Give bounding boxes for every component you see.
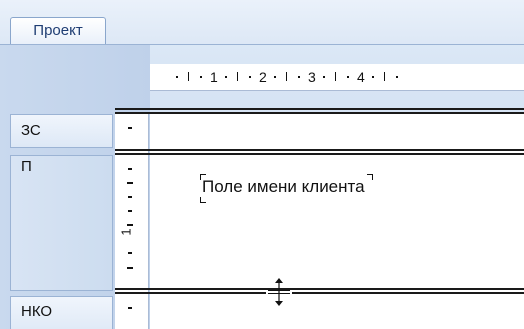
- report-designer: Проект 1 2 3 4 1 ЗС П НКО Поле имени кли…: [0, 0, 524, 329]
- ruler-dot: [396, 76, 398, 78]
- ruler-dot: [249, 76, 251, 78]
- section-divider: [115, 292, 524, 294]
- selection-corner-icon: [200, 197, 206, 203]
- vruler-number: 1: [118, 228, 134, 236]
- selection-corner-icon: [367, 174, 373, 180]
- section-divider: [115, 112, 524, 114]
- client-name-field[interactable]: Поле имени клиента: [202, 174, 365, 200]
- ruler-tick: [237, 72, 238, 81]
- vruler-mark: [127, 224, 133, 226]
- vruler-mark: [128, 127, 132, 129]
- ruler-dot: [225, 76, 227, 78]
- vruler-mark: [128, 252, 132, 254]
- ruler-tick: [384, 72, 385, 81]
- ruler-number: 3: [308, 69, 316, 85]
- ruler-number: 2: [259, 69, 267, 85]
- vruler-mark: [127, 267, 133, 269]
- selection-corner-icon: [200, 174, 206, 180]
- field-label: Поле имени клиента: [202, 177, 365, 196]
- section-divider[interactable]: [115, 108, 524, 110]
- ruler-dot: [298, 76, 300, 78]
- document-tab-bar: Проект: [0, 0, 524, 45]
- ruler-number: 4: [357, 69, 365, 85]
- vruler-mark: [128, 168, 132, 170]
- vertical-ruler: 1: [115, 112, 149, 329]
- vruler-mark: [128, 196, 132, 198]
- section-divider: [115, 153, 524, 155]
- ruler-dot: [372, 76, 374, 78]
- ruler-tick: [286, 72, 287, 81]
- ruler-tick: [188, 72, 189, 81]
- vruler-mark: [128, 210, 132, 212]
- horizontal-ruler: 1 2 3 4: [150, 64, 524, 91]
- vruler-mark: [128, 307, 132, 309]
- vruler-mark: [127, 182, 133, 184]
- ruler-dot: [347, 76, 349, 78]
- row-resize-icon: [266, 278, 292, 306]
- ruler-dot: [200, 76, 202, 78]
- ruler-dot: [274, 76, 276, 78]
- section-label-page-header[interactable]: ЗС: [10, 114, 113, 148]
- ruler-number: 1: [210, 69, 218, 85]
- ruler-tick: [335, 72, 336, 81]
- report-canvas[interactable]: [150, 112, 524, 329]
- section-label-detail[interactable]: П: [10, 155, 113, 291]
- ruler-dot: [323, 76, 325, 78]
- tab-project[interactable]: Проект: [10, 17, 106, 44]
- section-divider[interactable]: [115, 149, 524, 151]
- section-divider[interactable]: [115, 288, 524, 290]
- section-label-page-footer[interactable]: НКО: [10, 296, 113, 329]
- ruler-dot: [176, 76, 178, 78]
